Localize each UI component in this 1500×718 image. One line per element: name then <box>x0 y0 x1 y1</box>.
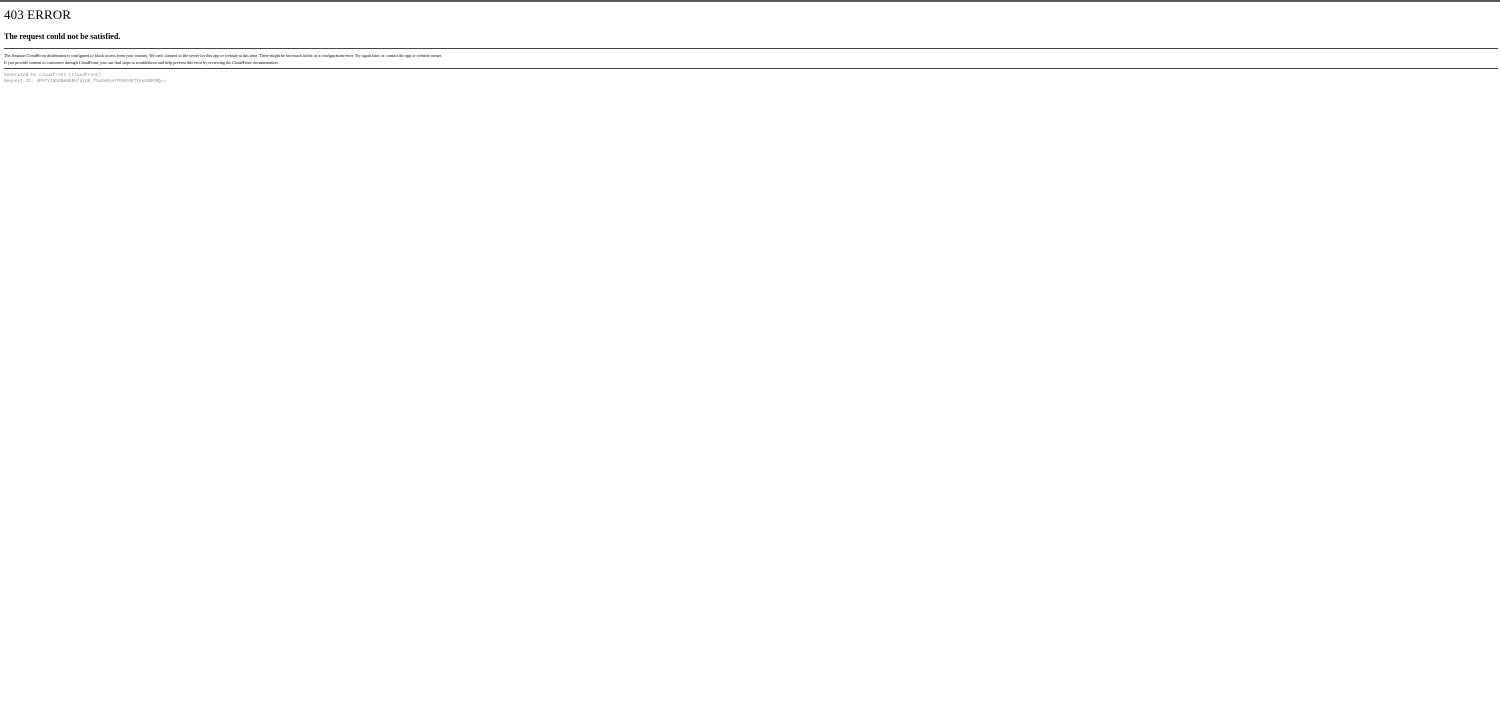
error-message: The Amazon CloudFront distribution is co… <box>4 52 1498 66</box>
divider-bottom <box>4 68 1498 69</box>
error-message-line: If you provide content to customers thro… <box>4 60 279 65</box>
error-subtitle: The request could not be satisfied. <box>4 32 121 41</box>
error-meta: Generated by cloudfront (CloudFront) Req… <box>4 73 1498 85</box>
error-message-line: The Amazon CloudFront distribution is co… <box>4 53 442 58</box>
top-border <box>0 0 1500 2</box>
error-title: 403 ERROR <box>4 7 71 22</box>
divider-top <box>4 48 1498 49</box>
error-page: 403 ERROR The request could not be satis… <box>4 7 1498 85</box>
request-id: Request ID: 4PV7YJ8bGbm0b9VfqYdk_f1q5mSy… <box>4 79 167 84</box>
